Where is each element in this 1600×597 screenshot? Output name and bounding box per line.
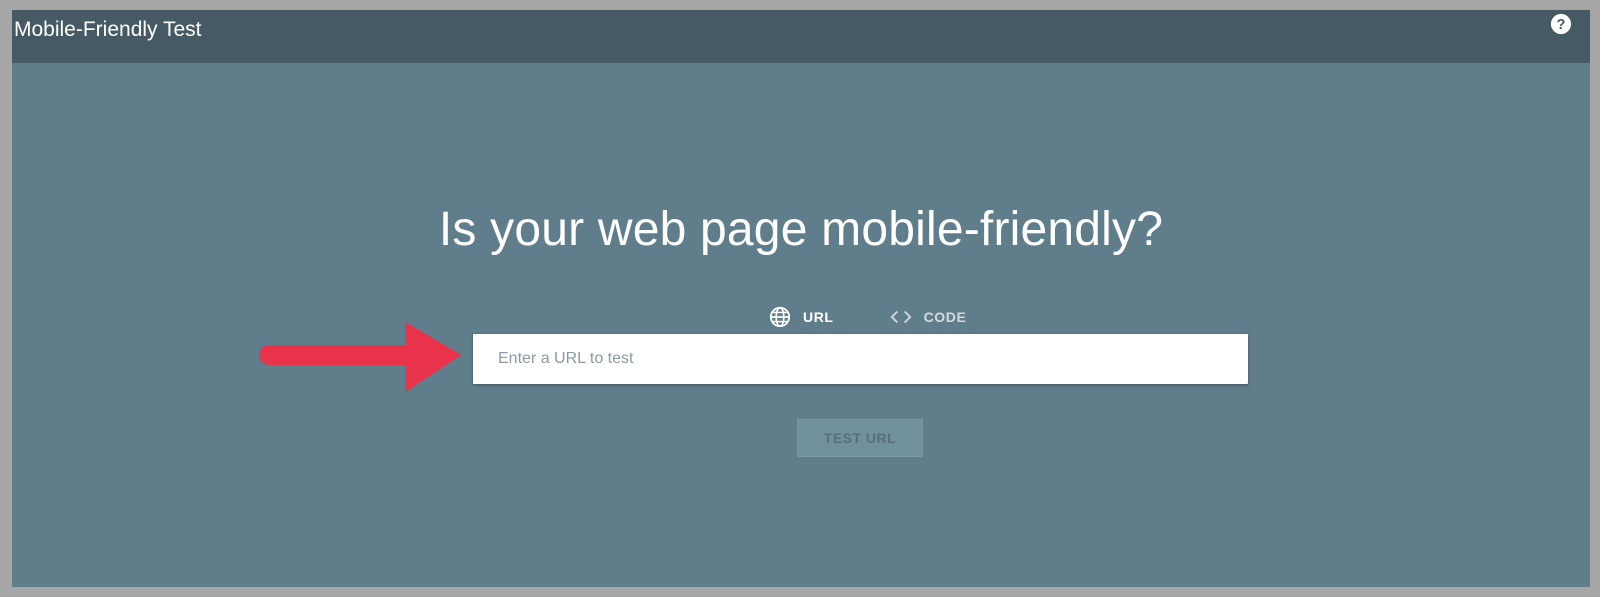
code-brackets-icon xyxy=(890,310,912,324)
tab-url[interactable]: URL xyxy=(741,295,862,343)
url-input-container xyxy=(473,334,1248,384)
top-app-bar: Mobile-Friendly Test ? xyxy=(12,10,1590,63)
question-circle-icon[interactable]: ? xyxy=(1550,13,1572,35)
url-input[interactable] xyxy=(473,334,1248,384)
page-headline: Is your web page mobile-friendly? xyxy=(438,203,1164,256)
tab-code[interactable]: CODE xyxy=(862,295,995,339)
app-window: Mobile-Friendly Test ? Is your web page … xyxy=(12,10,1590,587)
svg-text:?: ? xyxy=(1557,17,1566,33)
globe-icon xyxy=(769,306,791,328)
test-url-button[interactable]: TEST URL xyxy=(797,419,923,457)
right-arrow-icon xyxy=(259,322,461,392)
tab-code-label: CODE xyxy=(923,309,967,325)
tab-url-label: URL xyxy=(803,309,834,325)
app-title: Mobile-Friendly Test xyxy=(14,18,202,41)
